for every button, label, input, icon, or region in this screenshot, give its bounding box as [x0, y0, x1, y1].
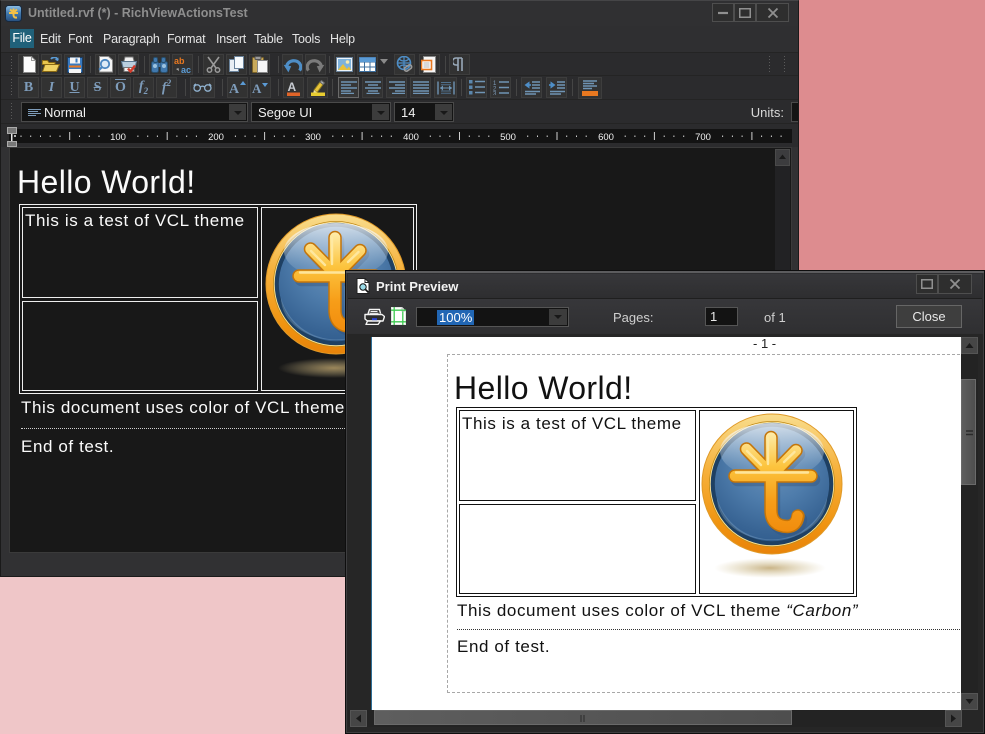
svg-text:400: 400 — [403, 132, 419, 143]
svg-text:3: 3 — [493, 92, 497, 96]
svg-text:A: A — [252, 81, 262, 95]
svg-text:A: A — [288, 80, 297, 94]
svg-text:A: A — [229, 82, 240, 95]
svg-text:300: 300 — [305, 132, 321, 143]
svg-text:600: 600 — [598, 132, 614, 143]
svg-text:700: 700 — [695, 132, 711, 143]
svg-text:ac: ac — [181, 65, 191, 74]
svg-text:100: 100 — [110, 132, 126, 143]
svg-text:500: 500 — [500, 132, 516, 143]
svg-text:200: 200 — [208, 132, 224, 143]
